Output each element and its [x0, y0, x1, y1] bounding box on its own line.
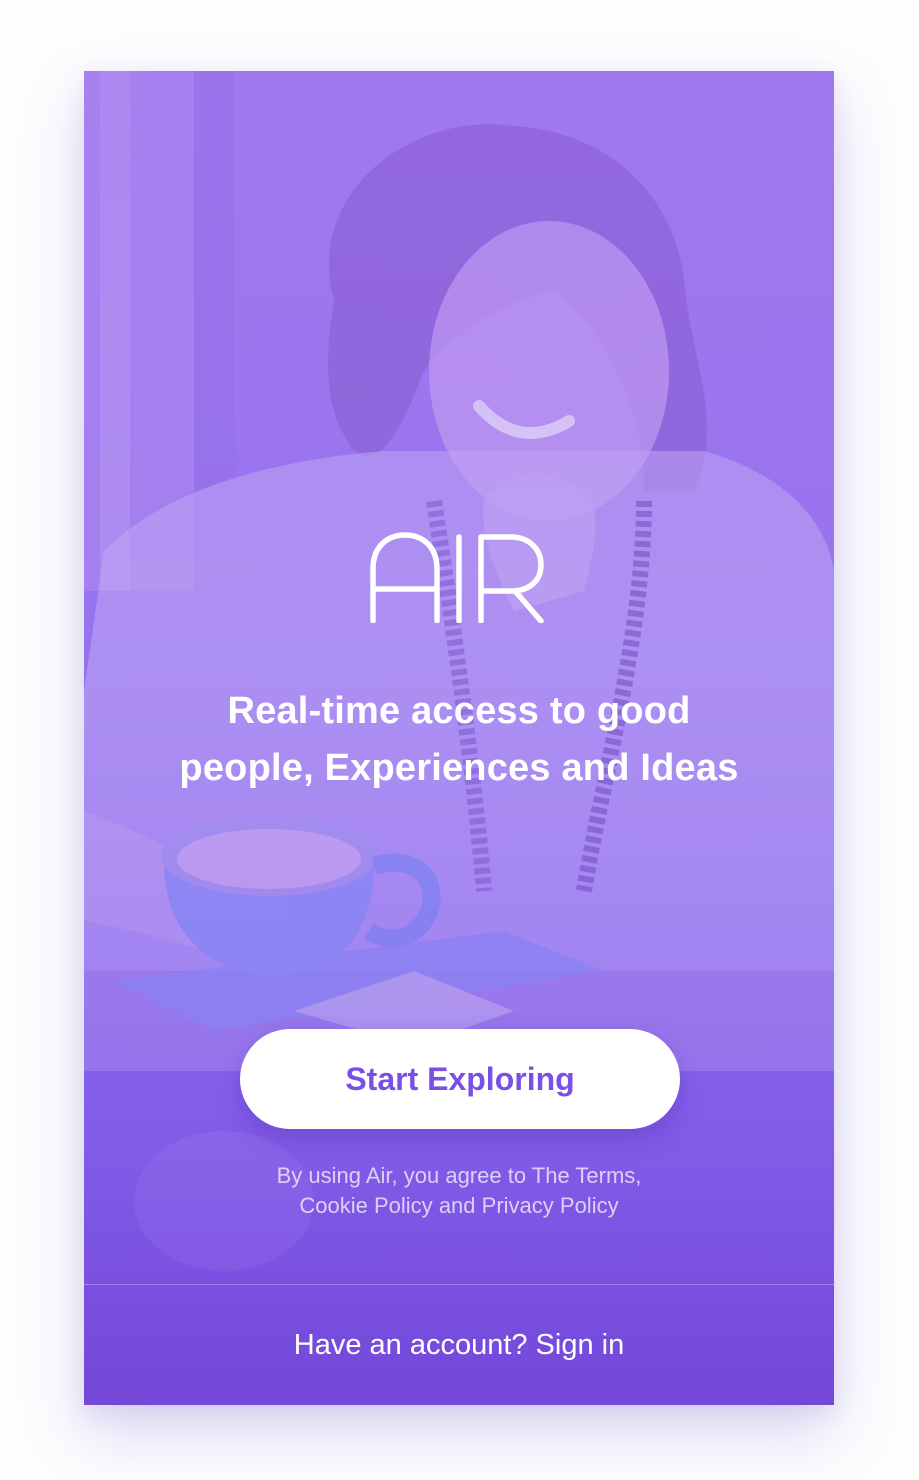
- tagline: Real-time access to good people, Experie…: [124, 683, 794, 797]
- air-logo-icon: [370, 532, 544, 623]
- logo: [84, 531, 834, 628]
- legal-and: and: [438, 1193, 476, 1218]
- tagline-line-1: Real-time access to good: [227, 690, 691, 732]
- cookie-policy-link[interactable]: Cookie Policy: [299, 1193, 432, 1218]
- start-exploring-label: Start Exploring: [345, 1060, 575, 1097]
- start-exploring-button[interactable]: Start Exploring: [240, 1029, 680, 1129]
- tagline-line-2: people, Experiences and Ideas: [179, 747, 739, 789]
- app-screen: Real-time access to good people, Experie…: [84, 71, 834, 1405]
- have-account-prompt: Have an account?: [293, 1328, 528, 1361]
- legal-notice: By using Air, you agree to The Terms, Co…: [204, 1161, 714, 1221]
- legal-prefix: By using Air, you agree to: [276, 1163, 527, 1188]
- sign-in-link[interactable]: Sign in: [536, 1329, 625, 1362]
- canvas: Real-time access to good people, Experie…: [0, 0, 919, 1480]
- privacy-policy-link[interactable]: Privacy Policy: [482, 1193, 619, 1218]
- footer: Have an account? Sign in: [84, 1285, 834, 1405]
- terms-link[interactable]: The Terms,: [532, 1163, 642, 1188]
